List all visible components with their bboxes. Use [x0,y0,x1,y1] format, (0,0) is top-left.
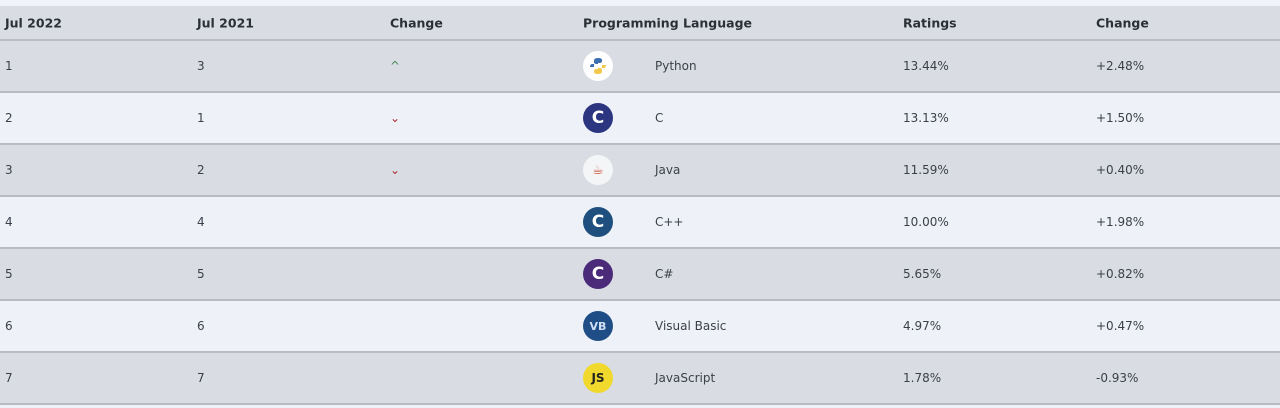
javascript-logo-icon: JS [583,363,613,393]
rating-value: 1.78% [903,371,942,385]
language-name[interactable]: Python [655,59,697,73]
trend-down-icon: ⌄ [390,163,401,177]
rating-change: +1.50% [1096,111,1145,125]
java-logo-icon: ☕ [583,155,613,185]
table-body: 1 3 ^ Python 13.44% +2.48% 2 1 ⌄ C C 13.13%… [0,41,1280,405]
rank-current: 7 [5,371,13,385]
csharp-logo-icon: C [583,259,613,289]
table-row[interactable]: 1 3 ^ Python 13.44% +2.48% [0,41,1280,93]
rank-previous: 6 [197,319,205,333]
language-name[interactable]: C [655,111,663,125]
table-row[interactable]: 2 1 ⌄ C C 13.13% +1.50% [0,93,1280,145]
rank-previous: 4 [197,215,205,229]
rank-previous: 2 [197,163,205,177]
trend-down-icon: ⌄ [390,111,401,125]
cpp-logo-icon: C [583,207,613,237]
rating-value: 13.13% [903,111,949,125]
header-change[interactable]: Change [390,15,443,30]
rating-value: 11.59% [903,163,949,177]
table-row[interactable]: 7 7 JS JavaScript 1.78% -0.93% [0,353,1280,405]
table-row[interactable]: 6 6 VB Visual Basic 4.97% +0.47% [0,301,1280,353]
rank-current: 4 [5,215,13,229]
rating-change: +0.40% [1096,163,1145,177]
language-name[interactable]: C# [655,267,673,281]
rating-value: 13.44% [903,59,949,73]
rating-value: 5.65% [903,267,942,281]
rank-previous: 1 [197,111,205,125]
visual-basic-logo-icon: VB [583,311,613,341]
rank-current: 3 [5,163,13,177]
rank-current: 6 [5,319,13,333]
table-row[interactable]: 5 5 C C# 5.65% +0.82% [0,249,1280,301]
trend-up-icon: ^ [390,59,401,73]
rating-change: +2.48% [1096,59,1145,73]
header-change-pct[interactable]: Change [1096,15,1149,30]
rank-previous: 7 [197,371,205,385]
header-language[interactable]: Programming Language [583,15,752,30]
header-jul-2022[interactable]: Jul 2022 [5,15,62,30]
language-name[interactable]: Java [655,163,680,177]
python-logo-icon [583,51,613,81]
rank-current: 5 [5,267,13,281]
rank-current: 2 [5,111,13,125]
table-row[interactable]: 3 2 ⌄ ☕ Java 11.59% +0.40% [0,145,1280,197]
c-logo-icon: C [583,103,613,133]
language-name[interactable]: Visual Basic [655,319,726,333]
rank-previous: 5 [197,267,205,281]
table-header: Jul 2022 Jul 2021 Change Programming Lan… [0,6,1280,41]
rating-change: -0.93% [1096,371,1139,385]
rating-change: +0.47% [1096,319,1145,333]
rank-previous: 3 [197,59,205,73]
table-row[interactable]: 4 4 C C++ 10.00% +1.98% [0,197,1280,249]
rating-value: 10.00% [903,215,949,229]
rating-value: 4.97% [903,319,942,333]
rating-change: +1.98% [1096,215,1145,229]
language-name[interactable]: C++ [655,215,684,229]
header-ratings[interactable]: Ratings [903,15,957,30]
header-jul-2021[interactable]: Jul 2021 [197,15,254,30]
rank-current: 1 [5,59,13,73]
language-name[interactable]: JavaScript [655,371,715,385]
rating-change: +0.82% [1096,267,1145,281]
